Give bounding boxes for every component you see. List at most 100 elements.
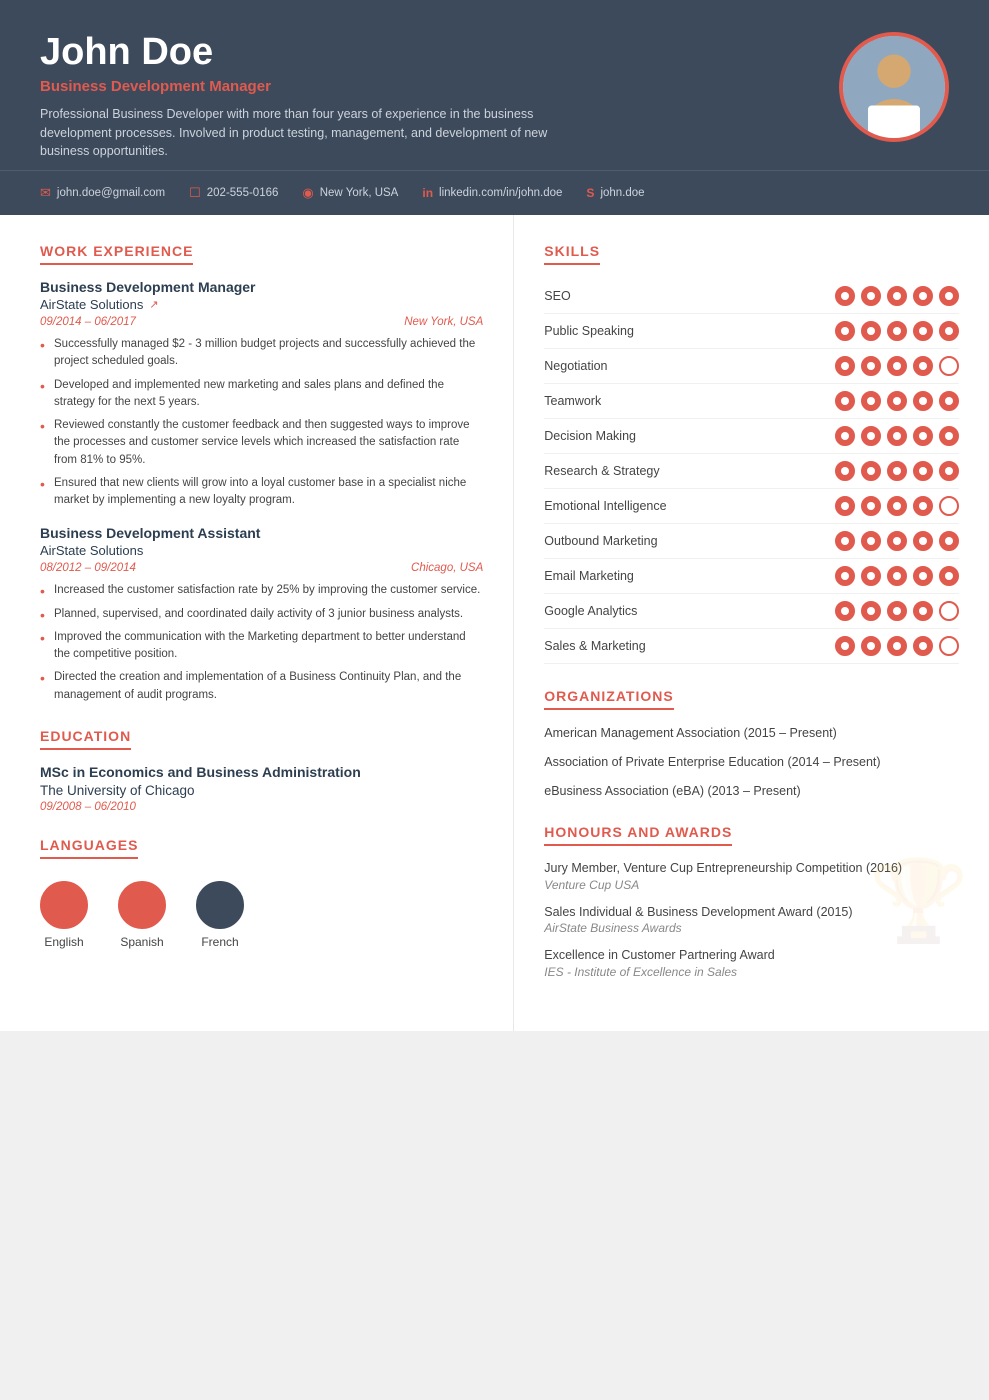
skills-title: SKILLS	[544, 243, 600, 265]
job-1: Business Development Manager AirState So…	[40, 279, 483, 509]
french-label: French	[201, 935, 238, 949]
skill-dot	[861, 531, 881, 551]
header-text: John Doe Business Development Manager Pr…	[40, 32, 819, 161]
job-1-bullet-1: Successfully managed $2 - 3 million budg…	[40, 336, 483, 371]
skill-row: Google Analytics	[544, 594, 959, 629]
job-1-bullet-3: Reviewed constantly the customer feedbac…	[40, 417, 483, 469]
skill-dot	[835, 356, 855, 376]
skill-dot	[861, 286, 881, 306]
job-1-title: Business Development Manager	[40, 279, 483, 295]
skill-dot	[835, 391, 855, 411]
skill-dot	[913, 531, 933, 551]
education-title: EDUCATION	[40, 728, 131, 750]
honours-section: HONOURS AND AWARDS 🏆 Jury Member, Ventur…	[544, 824, 959, 979]
skill-dot	[835, 461, 855, 481]
skill-dot	[861, 496, 881, 516]
job-2-bullet-2: Planned, supervised, and coordinated dai…	[40, 606, 483, 623]
work-experience-title: WORK EXPERIENCE	[40, 243, 193, 265]
organizations-list: American Management Association (2015 – …	[544, 724, 959, 800]
linkedin-value: linkedin.com/in/john.doe	[439, 187, 562, 199]
main-content: WORK EXPERIENCE Business Development Man…	[0, 215, 989, 1031]
skill-dots	[835, 461, 959, 481]
award-item: Sales Individual & Business Development …	[544, 904, 959, 936]
honours-title: HONOURS AND AWARDS	[544, 824, 732, 846]
french-circle	[196, 881, 244, 929]
language-spanish: Spanish	[118, 881, 166, 949]
skill-dots	[835, 496, 959, 516]
avatar	[839, 32, 949, 142]
awards-list: Jury Member, Venture Cup Entrepreneurshi…	[544, 860, 959, 979]
candidate-summary: Professional Business Developer with mor…	[40, 105, 600, 161]
skill-row: Public Speaking	[544, 314, 959, 349]
edu-school: The University of Chicago	[40, 783, 483, 798]
skill-dots	[835, 391, 959, 411]
language-english: English	[40, 881, 88, 949]
skill-dot	[939, 286, 959, 306]
skill-dot	[939, 321, 959, 341]
award-title: Sales Individual & Business Development …	[544, 904, 959, 922]
edu-date: 09/2008 – 06/2010	[40, 801, 483, 813]
award-item: Excellence in Customer Partnering AwardI…	[544, 947, 959, 979]
skill-dot	[939, 391, 959, 411]
job-1-company-name: AirState Solutions	[40, 297, 143, 312]
skill-dots	[835, 636, 959, 656]
skills-list: SEOPublic SpeakingNegotiationTeamworkDec…	[544, 279, 959, 664]
skill-dot	[861, 321, 881, 341]
job-2-bullet-4: Directed the creation and implementation…	[40, 669, 483, 704]
skill-row: SEO	[544, 279, 959, 314]
contact-location: ◉ New York, USA	[302, 185, 398, 201]
spanish-label: Spanish	[120, 935, 163, 949]
job-2-bullet-3: Improved the communication with the Mark…	[40, 629, 483, 664]
skill-dot	[835, 636, 855, 656]
skill-dot	[887, 391, 907, 411]
skill-name: Negotiation	[544, 359, 835, 373]
skill-dots	[835, 601, 959, 621]
skill-name: SEO	[544, 289, 835, 303]
skill-dot	[835, 531, 855, 551]
skill-dot	[835, 496, 855, 516]
skill-dot	[835, 601, 855, 621]
linkedin-icon: in	[422, 186, 433, 200]
skill-dots	[835, 356, 959, 376]
skill-dot	[861, 566, 881, 586]
skill-dot	[887, 566, 907, 586]
skill-dot	[887, 601, 907, 621]
skill-dot	[861, 391, 881, 411]
skill-dot	[939, 461, 959, 481]
skill-dot	[887, 321, 907, 341]
skill-dot	[939, 636, 959, 656]
skill-dot	[861, 636, 881, 656]
job-1-bullets: Successfully managed $2 - 3 million budg…	[40, 336, 483, 509]
skype-icon: S	[586, 186, 594, 200]
skill-dot	[861, 356, 881, 376]
skill-row: Emotional Intelligence	[544, 489, 959, 524]
skill-dot	[913, 496, 933, 516]
skills-section: SKILLS SEOPublic SpeakingNegotiationTeam…	[544, 243, 959, 664]
skill-row: Outbound Marketing	[544, 524, 959, 559]
skill-dot	[913, 566, 933, 586]
spanish-circle	[118, 881, 166, 929]
award-item: Jury Member, Venture Cup Entrepreneurshi…	[544, 860, 959, 892]
skill-dot	[939, 601, 959, 621]
skill-dot	[887, 426, 907, 446]
edu-degree: MSc in Economics and Business Administra…	[40, 764, 483, 780]
skill-name: Outbound Marketing	[544, 534, 835, 548]
skill-row: Negotiation	[544, 349, 959, 384]
skill-dot	[835, 566, 855, 586]
job-1-dates: 09/2014 – 06/2017	[40, 316, 136, 328]
skill-dot	[913, 286, 933, 306]
skill-row: Email Marketing	[544, 559, 959, 594]
skill-dot	[887, 286, 907, 306]
skill-row: Research & Strategy	[544, 454, 959, 489]
languages-title: LANGUAGES	[40, 837, 138, 859]
skill-dot	[939, 426, 959, 446]
award-org: Venture Cup USA	[544, 878, 959, 892]
job-2-title: Business Development Assistant	[40, 525, 483, 541]
job-2-company: AirState Solutions	[40, 543, 483, 558]
skill-dot	[861, 601, 881, 621]
candidate-name: John Doe	[40, 32, 819, 74]
external-link-icon[interactable]: ↗	[149, 298, 158, 311]
location-value: New York, USA	[320, 187, 399, 199]
work-experience-section: WORK EXPERIENCE Business Development Man…	[40, 243, 483, 704]
header-section: John Doe Business Development Manager Pr…	[0, 0, 989, 170]
